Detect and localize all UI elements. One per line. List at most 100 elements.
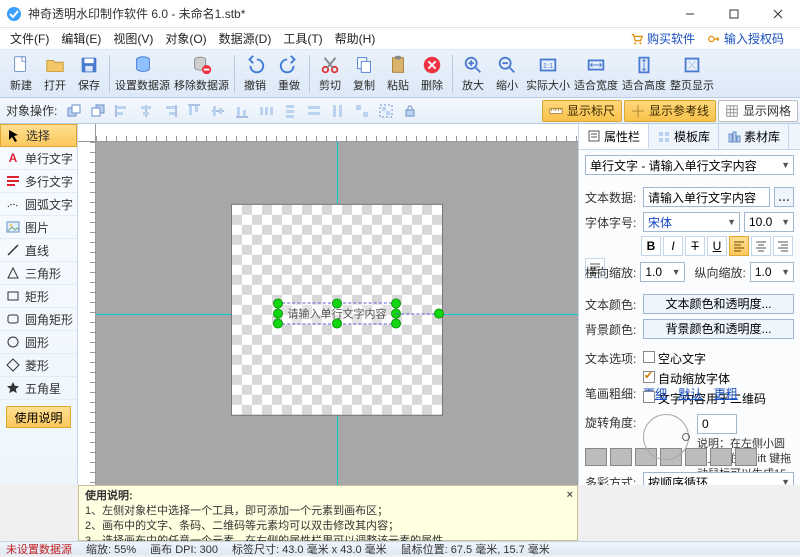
handle-sw[interactable] — [273, 318, 283, 328]
element-type-select[interactable]: 单行文字 - 请输入单行文字内容▼ — [585, 155, 794, 175]
toggle-ruler[interactable]: 显示标尺 — [542, 100, 622, 122]
tab-properties[interactable]: 属性栏 — [579, 124, 649, 149]
op-same-w[interactable] — [303, 101, 325, 121]
menu-object[interactable]: 对象(O) — [159, 28, 212, 49]
multi-mode-select[interactable]: 按顺序循环▼ — [643, 472, 794, 485]
palette-round-rect[interactable]: 圆角矩形 — [0, 308, 77, 331]
palette-line[interactable]: 直线 — [0, 239, 77, 262]
text-data-more[interactable]: … — [774, 187, 794, 207]
op-same-size[interactable] — [351, 101, 373, 121]
ruler-horizontal[interactable] — [96, 124, 578, 142]
palette-select[interactable]: 选择 — [0, 124, 77, 147]
text-color-button[interactable]: 文本颜色和透明度... — [643, 294, 794, 314]
op-lock[interactable] — [399, 101, 421, 121]
align-left-button[interactable] — [729, 236, 749, 256]
tab-assets[interactable]: 素材库 — [719, 124, 789, 149]
palette-triangle[interactable]: 三角形 — [0, 262, 77, 285]
palette-image[interactable]: 图片 — [0, 216, 77, 239]
align-center-button[interactable] — [751, 236, 771, 256]
swatch[interactable] — [610, 448, 632, 466]
op-group[interactable] — [375, 101, 397, 121]
buy-link[interactable]: 购买软件 — [630, 30, 695, 47]
palette-rect[interactable]: 矩形 — [0, 285, 77, 308]
palette-diamond[interactable]: 菱形 — [0, 354, 77, 377]
minimize-button[interactable] — [668, 0, 712, 28]
palette-help-tab[interactable]: 使用说明 — [6, 406, 71, 428]
rotate-value[interactable]: 0 — [697, 414, 737, 434]
align-right-button[interactable] — [773, 236, 793, 256]
swatch[interactable] — [685, 448, 707, 466]
tool-cut[interactable]: 剪切 — [313, 52, 347, 96]
tool-zoom-in[interactable]: 放大 — [456, 52, 490, 96]
tool-redo[interactable]: 重做 — [272, 52, 306, 96]
menu-data[interactable]: 数据源(D) — [213, 28, 278, 49]
tool-fit-page[interactable]: 整页显示 — [668, 52, 716, 96]
handle-nw[interactable] — [273, 298, 283, 308]
menu-help[interactable]: 帮助(H) — [329, 28, 382, 49]
palette-arc-text[interactable]: 圆弧文字 — [0, 193, 77, 216]
rotate-handle[interactable] — [434, 308, 444, 318]
text-data-input[interactable]: 请输入单行文字内容 — [643, 187, 770, 207]
swatch[interactable] — [710, 448, 732, 466]
close-button[interactable] — [756, 0, 800, 28]
tool-copy[interactable]: 复制 — [347, 52, 381, 96]
handle-se[interactable] — [391, 318, 401, 328]
palette-star[interactable]: 五角星 — [0, 377, 77, 400]
maximize-button[interactable] — [712, 0, 756, 28]
strike-button[interactable]: T — [685, 236, 705, 256]
op-dist-v[interactable] — [279, 101, 301, 121]
canvas-area[interactable]: 请输入单行文字内容 — [78, 124, 578, 485]
tool-fit-width[interactable]: 适合宽度 — [572, 52, 620, 96]
scale-v-spinner[interactable]: 1.0▼ — [750, 262, 794, 282]
ruler-vertical[interactable] — [78, 142, 96, 485]
op-send-back[interactable] — [87, 101, 109, 121]
stroke-default[interactable]: 默认 — [678, 385, 702, 402]
op-same-h[interactable] — [327, 101, 349, 121]
tool-fit-height[interactable]: 适合高度 — [620, 52, 668, 96]
palette-single-text[interactable]: A单行文字 — [0, 147, 77, 170]
tool-paste[interactable]: 粘贴 — [381, 52, 415, 96]
tool-new[interactable]: 新建 — [4, 52, 38, 96]
op-dist-h[interactable] — [255, 101, 277, 121]
tool-open[interactable]: 打开 — [38, 52, 72, 96]
font-size-spinner[interactable]: 10.0▼ — [744, 212, 794, 232]
help-close[interactable]: × — [567, 488, 573, 503]
tool-delete[interactable]: 删除 — [415, 52, 449, 96]
toggle-guides[interactable]: 显示参考线 — [624, 100, 716, 122]
op-align-l[interactable] — [111, 101, 133, 121]
swatch[interactable] — [735, 448, 757, 466]
op-align-r[interactable] — [159, 101, 181, 121]
underline-button[interactable]: U — [707, 236, 727, 256]
op-bring-front[interactable] — [63, 101, 85, 121]
tool-actual-size[interactable]: 1:1实际大小 — [524, 52, 572, 96]
toggle-grid[interactable]: 显示网格 — [718, 100, 798, 122]
italic-button[interactable]: I — [663, 236, 683, 256]
handle-w[interactable] — [273, 308, 283, 318]
bg-color-button[interactable]: 背景颜色和透明度... — [643, 319, 794, 339]
tab-templates[interactable]: 模板库 — [649, 124, 719, 149]
op-align-c[interactable] — [135, 101, 157, 121]
swatch[interactable] — [585, 448, 607, 466]
selected-text-element[interactable]: 请输入单行文字内容 — [277, 302, 397, 324]
handle-ne[interactable] — [391, 298, 401, 308]
tool-save[interactable]: 保存 — [72, 52, 106, 96]
op-align-b[interactable] — [231, 101, 253, 121]
palette-circle[interactable]: 圆形 — [0, 331, 77, 354]
stroke-thicker[interactable]: 更粗 — [714, 385, 738, 402]
menu-view[interactable]: 视图(V) — [107, 28, 159, 49]
bold-button[interactable]: B — [641, 236, 661, 256]
auth-link[interactable]: 输入授权码 — [707, 30, 784, 47]
tool-zoom-out[interactable]: 缩小 — [490, 52, 524, 96]
menu-file[interactable]: 文件(F) — [4, 28, 55, 49]
op-align-m[interactable] — [207, 101, 229, 121]
tool-undo[interactable]: 撤销 — [238, 52, 272, 96]
handle-s[interactable] — [332, 318, 342, 328]
opt-hollow[interactable]: 空心文字 — [643, 350, 766, 367]
menu-edit[interactable]: 编辑(E) — [55, 28, 107, 49]
palette-multi-text[interactable]: 多行文字 — [0, 170, 77, 193]
tool-remove-datasource[interactable]: 移除数据源 — [172, 52, 231, 96]
op-align-t[interactable] — [183, 101, 205, 121]
tool-set-datasource[interactable]: 设置数据源 — [113, 52, 172, 96]
rotate-wheel[interactable] — [643, 414, 689, 460]
menu-tools[interactable]: 工具(T) — [277, 28, 328, 49]
